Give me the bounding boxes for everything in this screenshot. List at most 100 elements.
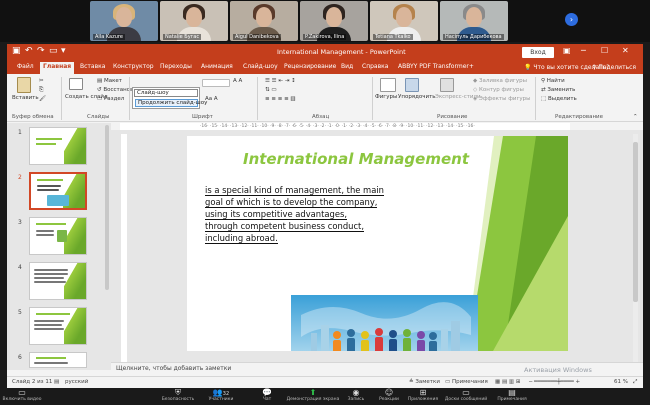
notes-zoom-button[interactable]: ▤ Примечания bbox=[492, 389, 532, 403]
ribbon-display-icon[interactable]: ▣ bbox=[563, 46, 571, 55]
paste-button[interactable]: Вставить bbox=[12, 95, 39, 101]
customize-toolbar-icon[interactable]: ▾ bbox=[61, 46, 66, 56]
tab-design[interactable]: Конструктор bbox=[113, 63, 154, 70]
new-slide-icon[interactable] bbox=[69, 78, 83, 90]
save-icon[interactable]: ▣ bbox=[12, 46, 21, 56]
slide-title[interactable]: International Management bbox=[243, 150, 469, 168]
body-line-text: including abroad. bbox=[205, 233, 278, 244]
shapes-icon[interactable] bbox=[380, 78, 396, 92]
video-label: Включить видео bbox=[2, 397, 42, 402]
maximize-icon[interactable]: ☐ bbox=[601, 46, 608, 55]
tab-animations[interactable]: Анимация bbox=[201, 63, 233, 70]
notes-button[interactable]: ≙ Заметки bbox=[409, 379, 440, 385]
redo-icon[interactable]: ↷ bbox=[37, 46, 45, 56]
quick-styles-icon[interactable] bbox=[440, 78, 454, 92]
paste-icon[interactable] bbox=[17, 77, 31, 93]
slide-thumbnail[interactable] bbox=[29, 352, 87, 368]
reactions-button[interactable]: ☺ Реакции bbox=[374, 389, 404, 403]
participant-tile[interactable]: Насіпуль Дарибекова bbox=[440, 1, 508, 41]
apps-button[interactable]: ⊞ Приложения bbox=[406, 389, 440, 403]
tab-file[interactable]: Файл bbox=[17, 63, 34, 70]
participants-button[interactable]: 👥32 Участники bbox=[203, 389, 239, 403]
undo-icon[interactable]: ↶ bbox=[25, 46, 33, 56]
find-button[interactable]: ⚲ Найти bbox=[541, 78, 565, 84]
replace-button[interactable]: ⇄ Заменить bbox=[541, 87, 575, 93]
login-button[interactable]: Вход bbox=[522, 47, 554, 58]
arrange-button[interactable]: Упорядочить bbox=[398, 94, 436, 100]
slideshow-start-icon[interactable]: ▭ bbox=[49, 46, 58, 56]
section-button[interactable]: ▭ Раздел bbox=[97, 96, 124, 102]
slide-thumbnail[interactable] bbox=[29, 262, 87, 300]
shape-outline-button[interactable]: ◇ Контур фигуры bbox=[473, 87, 524, 93]
participant-face bbox=[466, 7, 482, 27]
slide-body-text[interactable]: is a special kind of management, the mai… bbox=[205, 184, 400, 244]
view-mode-icons[interactable]: ▦ ▤ ▥ ⊞ bbox=[495, 379, 520, 385]
spellcheck-icon[interactable]: ▤ bbox=[54, 379, 59, 385]
participant-tile[interactable]: P.Zakirova, Ilina bbox=[300, 1, 368, 41]
status-bar: Слайд 2 из 11 ▤ русский ≙ Заметки ▭ Прим… bbox=[7, 376, 643, 388]
zoom-level[interactable]: 61 % bbox=[614, 379, 628, 385]
grow-font-icon[interactable]: A A bbox=[233, 78, 242, 84]
share-button[interactable]: ⚲ Поделиться bbox=[592, 64, 636, 71]
layout-button[interactable]: ▤ Макет bbox=[97, 78, 122, 84]
tab-insert[interactable]: Вставка bbox=[80, 63, 105, 70]
security-button[interactable]: ⛨ Безопасность bbox=[160, 389, 196, 403]
font-name-input[interactable]: Слайд-шоу bbox=[134, 89, 198, 97]
thumbnails-scrollbar[interactable] bbox=[105, 125, 109, 290]
ribbon-divider bbox=[61, 77, 62, 120]
participant-face bbox=[116, 7, 132, 27]
font-size-input[interactable] bbox=[202, 79, 230, 87]
vertical-scrollbar[interactable] bbox=[633, 134, 638, 362]
slide-thumbnail[interactable] bbox=[29, 127, 87, 165]
tab-slideshow[interactable]: Слайд-шоу bbox=[243, 63, 278, 70]
slide-thumbnail[interactable] bbox=[29, 217, 87, 255]
close-icon[interactable]: ✕ bbox=[622, 46, 629, 55]
participant-tile[interactable]: Natalie Бугас bbox=[160, 1, 228, 41]
shape-fill-button[interactable]: ◆ Заливка фигуры bbox=[473, 78, 527, 84]
align-icons[interactable]: ≡ ≡ ≡ ≡ ▥ bbox=[265, 96, 296, 102]
select-button[interactable]: ⬚ Выделить bbox=[541, 96, 577, 102]
chat-button[interactable]: 💬 Чат bbox=[252, 389, 282, 403]
business-people-image[interactable] bbox=[291, 295, 478, 351]
format-painter-icon[interactable]: 🖌 bbox=[39, 96, 46, 102]
tab-view[interactable]: Вид bbox=[341, 63, 353, 70]
cut-icon[interactable]: ✂ bbox=[39, 78, 44, 84]
minimize-icon[interactable]: ─ bbox=[581, 46, 586, 55]
participant-tile[interactable]: Aigul Danibekova bbox=[230, 1, 298, 41]
record-button[interactable]: ◉ Запись bbox=[342, 389, 370, 403]
shape-effects-button[interactable]: ◈ Эффекты фигуры bbox=[473, 96, 531, 102]
ribbon-divider bbox=[535, 77, 536, 120]
collapse-ribbon-icon[interactable]: ⌃ bbox=[633, 114, 638, 120]
comments-button[interactable]: ▭ Примечания bbox=[445, 379, 488, 385]
continue-slideshow-option[interactable]: Продолжить слайд-шоу bbox=[135, 99, 207, 107]
participant-tile[interactable]: Alla Kazure bbox=[90, 1, 158, 41]
video-button[interactable]: ▭ Включить видео bbox=[2, 389, 42, 403]
shapes-button[interactable]: Фигуры bbox=[375, 94, 397, 100]
tab-abbyy[interactable]: ABBYY PDF Transformer+ bbox=[398, 63, 474, 70]
fit-slide-icon[interactable]: ⤢ bbox=[633, 379, 637, 386]
participant-tile[interactable]: Tetiana Tkalko bbox=[370, 1, 438, 41]
arrange-icon[interactable] bbox=[405, 78, 419, 92]
scrollbar-thumb[interactable] bbox=[633, 142, 638, 302]
tab-help[interactable]: Справка bbox=[362, 63, 388, 70]
thumbnail-title-line bbox=[36, 357, 66, 359]
tab-transitions[interactable]: Переходы bbox=[160, 63, 192, 70]
thumbnail-text-line bbox=[34, 362, 68, 364]
tab-home[interactable]: Главная bbox=[40, 62, 75, 74]
slide-thumbnail[interactable] bbox=[29, 307, 87, 345]
zoom-slider[interactable]: ─ ━━━━━━━┿━━━━ + bbox=[529, 379, 580, 385]
slide-thumbnail-selected[interactable] bbox=[29, 172, 87, 210]
language-indicator[interactable]: русский bbox=[65, 379, 88, 385]
current-slide[interactable]: International Management is a special ki… bbox=[187, 136, 568, 351]
tab-review[interactable]: Рецензирование bbox=[284, 63, 336, 70]
apps-icon: ⊞ bbox=[419, 388, 427, 397]
next-page-icon[interactable]: › bbox=[565, 13, 578, 26]
body-line: goal of which is to develop the company, bbox=[205, 196, 400, 208]
share-screen-button[interactable]: ⬆ Демонстрация экрана bbox=[286, 389, 340, 403]
list-icons[interactable]: ☰ ☰ ⇤ ⇥ ↕ bbox=[265, 78, 296, 84]
copy-icon[interactable]: ⎘ bbox=[39, 87, 43, 94]
whiteboards-button[interactable]: ▭ Доски сообщений bbox=[442, 389, 490, 403]
text-direction-icons[interactable]: ⇅ ▭ bbox=[265, 87, 277, 93]
share-label: Поделиться bbox=[598, 64, 637, 71]
font-dropdown-popup[interactable]: Слайд-шоу Продолжить слайд-шоу bbox=[132, 87, 207, 109]
